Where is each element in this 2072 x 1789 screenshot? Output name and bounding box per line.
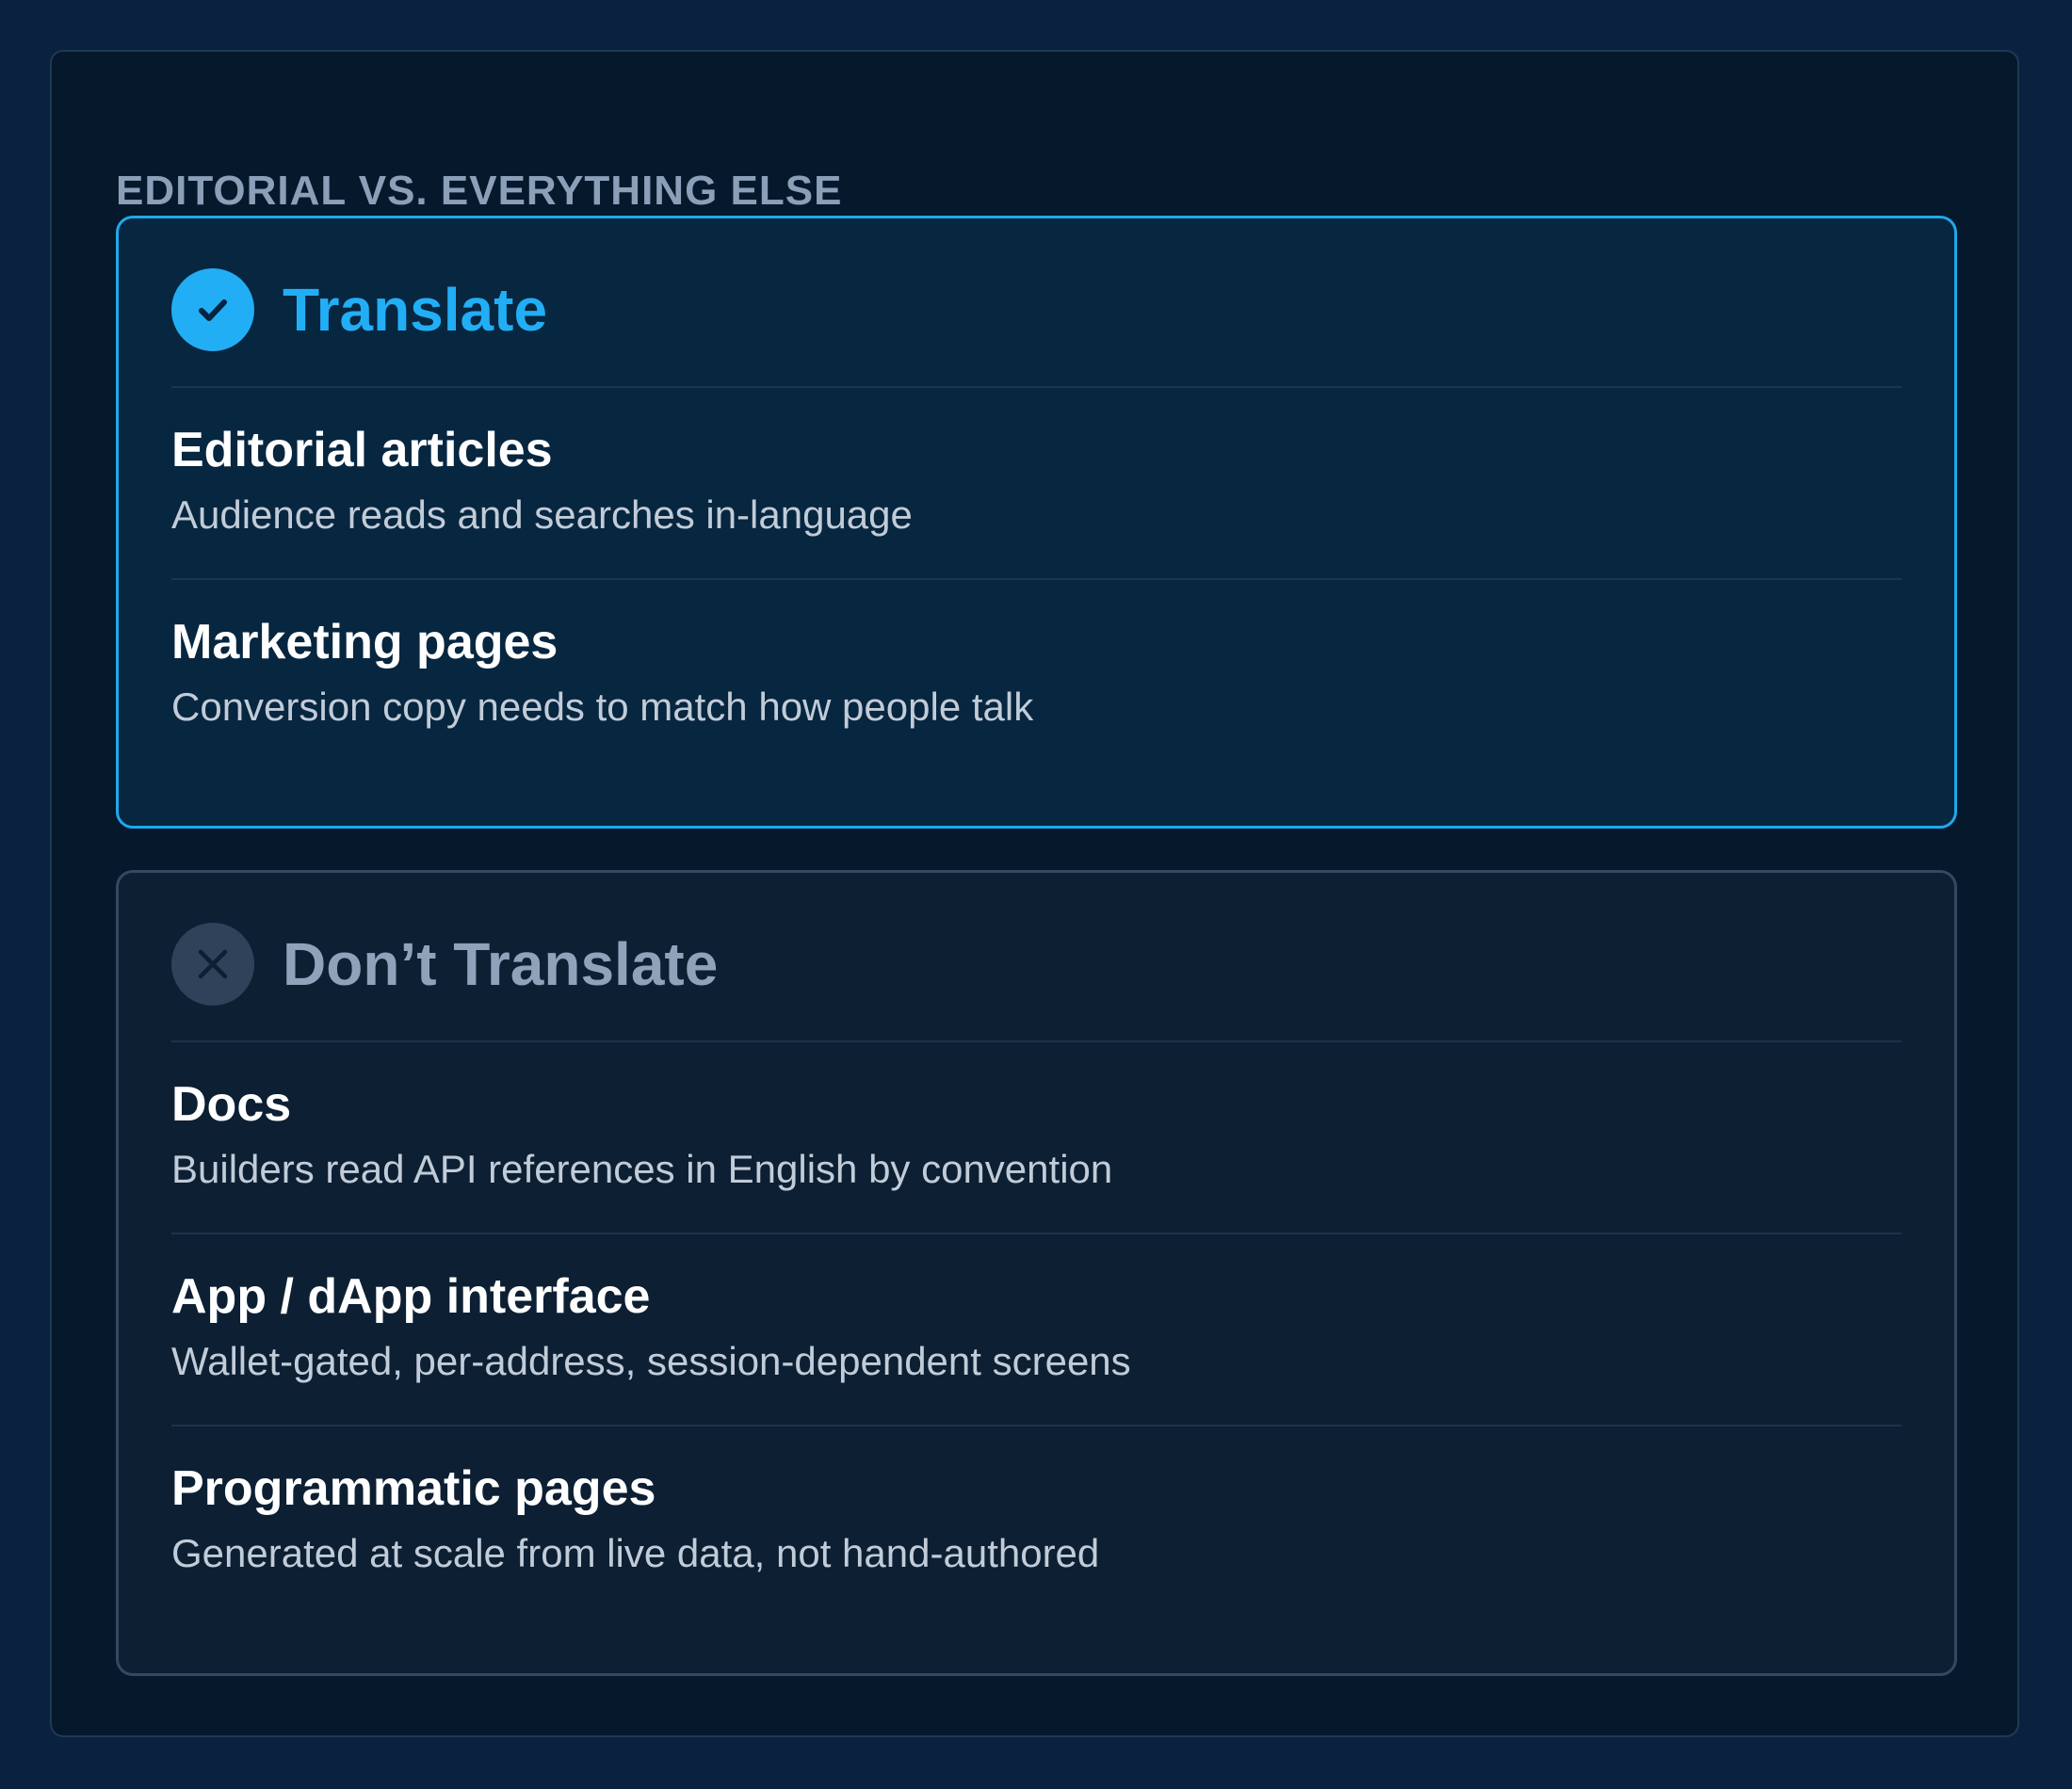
translate-title: Translate bbox=[283, 276, 548, 344]
item-title: Docs bbox=[171, 1077, 292, 1132]
item-title: Programmatic pages bbox=[171, 1461, 656, 1516]
list-item: Marketing pages Conversion copy needs to… bbox=[171, 578, 1902, 770]
item-description: Conversion copy needs to match how peopl… bbox=[171, 685, 1034, 729]
item-description: Generated at scale from live data, not h… bbox=[171, 1531, 1100, 1575]
item-title: Marketing pages bbox=[171, 615, 558, 669]
item-description: Wallet-gated, per-address, session-depen… bbox=[171, 1339, 1131, 1383]
dont-translate-card-header: Don’t Translate bbox=[171, 922, 718, 1007]
check-circle-icon bbox=[171, 268, 254, 351]
list-item: App / dApp interface Wallet-gated, per-a… bbox=[171, 1233, 1902, 1425]
dont-translate-list: Docs Builders read API references in Eng… bbox=[171, 1040, 1902, 1617]
translate-card-header: Translate bbox=[171, 267, 547, 352]
comparison-panel: EDITORIAL VS. EVERYTHING ELSE Translate … bbox=[50, 50, 2019, 1737]
item-title: App / dApp interface bbox=[171, 1269, 651, 1324]
translate-list: Editorial articles Audience reads and se… bbox=[171, 386, 1902, 770]
list-item: Programmatic pages Generated at scale fr… bbox=[171, 1425, 1902, 1617]
item-description: Audience reads and searches in-language bbox=[171, 492, 913, 537]
dont-translate-card: Don’t Translate Docs Builders read API r… bbox=[116, 870, 1957, 1676]
item-description: Builders read API references in English … bbox=[171, 1147, 1113, 1191]
translate-card: Translate Editorial articles Audience re… bbox=[116, 216, 1957, 829]
item-title: Editorial articles bbox=[171, 423, 553, 477]
list-item: Docs Builders read API references in Eng… bbox=[171, 1040, 1902, 1233]
list-item: Editorial articles Audience reads and se… bbox=[171, 386, 1902, 578]
x-circle-icon bbox=[171, 923, 254, 1006]
dont-translate-title: Don’t Translate bbox=[283, 930, 719, 998]
section-heading: EDITORIAL VS. EVERYTHING ELSE bbox=[116, 168, 843, 214]
